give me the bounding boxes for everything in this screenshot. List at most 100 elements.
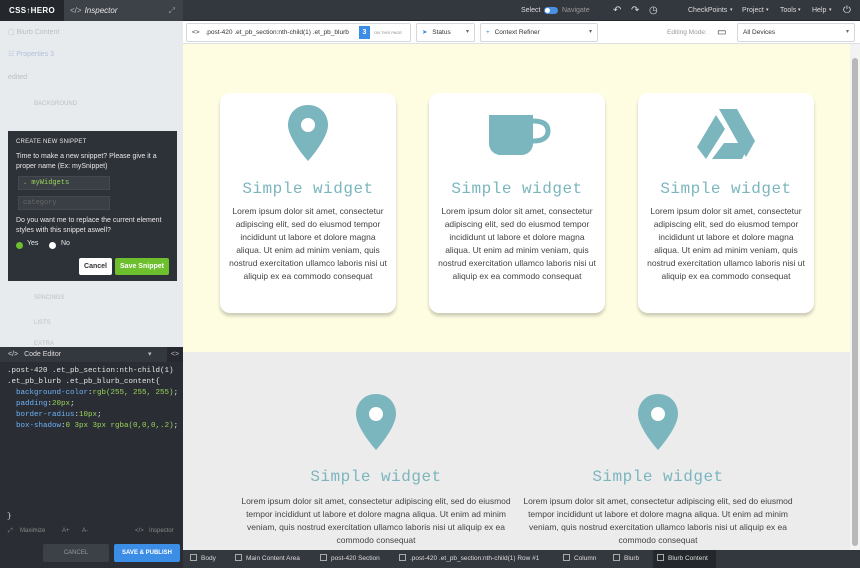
widget-text: Lorem ipsum dolor sit amet, consectetur … [438, 206, 596, 281]
font-increase-button[interactable]: A+ [62, 524, 70, 538]
menu-checkpoints[interactable]: CheckPoints [688, 0, 727, 21]
breadcrumb-item[interactable]: Blurb [613, 550, 639, 568]
replace-radio-group: Yes No [16, 240, 169, 252]
breadcrumb-label: Blurb Content [668, 555, 708, 562]
state-selector[interactable]: edited [0, 71, 183, 85]
widget-text: Lorem ipsum dolor sit amet, consectetur … [523, 496, 793, 545]
blurb-module[interactable]: Simple widget Lorem ipsum dolor sit amet… [523, 392, 793, 550]
blurb-card[interactable]: Simple widget Lorem ipsum dolor sit amet… [429, 93, 605, 313]
properties-label: Properties [16, 51, 49, 58]
chevron-down-icon: ▾ [845, 29, 849, 35]
section-spacings[interactable]: SPACINGS [0, 291, 183, 305]
blurb-card[interactable]: Simple widget Lorem ipsum dolor sit amet… [638, 93, 814, 313]
history-icon[interactable]: ◷ [649, 0, 658, 21]
breadcrumb-item-current[interactable]: Blurb Content [653, 550, 716, 568]
snippet-category-input[interactable]: category [18, 196, 110, 210]
widget-title: Simple widget [451, 180, 583, 198]
menu-tools[interactable]: Tools [780, 0, 796, 21]
section-lists[interactable]: LISTS [0, 316, 183, 330]
cancel-button[interactable]: Cancel [79, 258, 112, 275]
status-dropdown[interactable]: ➤ Status ▾ [416, 23, 475, 42]
map-pin-icon [288, 105, 328, 161]
inspector-panel: ▢ Blurb Content ☷ Properties 3 edited BA… [0, 21, 183, 347]
save-snippet-button[interactable]: Save Snippet [115, 258, 169, 275]
toggle-side-icon[interactable]: <> [167, 347, 183, 362]
tab-inspector[interactable]: </> Inspector ⤢ [64, 0, 183, 21]
power-icon[interactable]: ⏻ [843, 0, 851, 21]
element-title: ▢ Blurb Content [8, 29, 60, 36]
rule-prop: border-radius [16, 411, 75, 419]
code-rule: padding:20px; [16, 400, 75, 408]
code-text[interactable]: .post-420 .et_pb_section:nth-child(1) .et… [0, 362, 183, 432]
device-label: All Devices [743, 29, 776, 36]
maximize-icon[interactable]: ⤢ [8, 524, 13, 538]
code-editor-footer: ⤢ Maximize A+ A- </> Inspector [0, 524, 183, 538]
context-refiner-dropdown[interactable]: + Context Refiner ▾ [480, 23, 598, 42]
breadcrumb-label: .post-420 .et_pb_section:nth-child(1) Ro… [410, 555, 540, 562]
element-icon [235, 554, 242, 561]
snippet-name-input[interactable]: . myWidgets [18, 176, 110, 190]
code-icon: </> [70, 6, 82, 15]
plus-icon: + [486, 29, 490, 36]
blurb-module[interactable]: Simple widget Lorem ipsum dolor sit amet… [241, 392, 511, 550]
dialog-title: CREATE NEW SNIPPET [16, 139, 87, 145]
code-rule: border-radius:10px; [16, 411, 102, 419]
rule-value: 0 3px 3px rgba(0,0,0,.2) [65, 422, 174, 430]
select-mode-label[interactable]: Select [521, 0, 540, 21]
snippet-category-placeholder: category [23, 199, 57, 207]
navigate-mode-label[interactable]: Navigate [562, 0, 590, 21]
state-label: edited [8, 74, 28, 81]
menu-project[interactable]: Project [742, 0, 764, 21]
chevron-down-icon: ▾ [829, 7, 832, 13]
radio-yes[interactable] [16, 242, 23, 249]
breadcrumb-label: Column [574, 555, 597, 562]
radio-no-label: No [61, 240, 70, 247]
radio-no[interactable] [49, 242, 56, 249]
element-icon [190, 554, 197, 561]
breadcrumb-item[interactable]: Main Content Area [235, 550, 300, 568]
breadcrumb-item[interactable]: Body [190, 550, 216, 568]
expand-icon[interactable]: ⤢ [169, 0, 175, 21]
maximize-button[interactable]: Maximize [20, 524, 45, 538]
section-widgets-plain: Simple widget Lorem ipsum dolor sit amet… [183, 352, 850, 550]
undo-icon[interactable]: ↶ [613, 0, 621, 21]
logo: CSS↑HERO [0, 0, 64, 21]
rule-value: 20px [52, 400, 71, 408]
scrollbar-thumb[interactable] [852, 58, 858, 546]
selector-field[interactable]: <> .post-420 .et_pb_section:nth-child(1)… [186, 23, 411, 42]
element-title-label: Blurb Content [16, 29, 60, 36]
tab-properties[interactable]: ☷ Properties 3 [0, 47, 183, 63]
mode-toggle[interactable] [544, 7, 558, 14]
chevron-down-icon: ▾ [588, 29, 592, 35]
redo-icon[interactable]: ↷ [631, 0, 639, 21]
section-spacings-label: SPACINGS [34, 295, 65, 301]
css-hero-app: CSS↑HERO </> Inspector ⤢ Select Navigate … [0, 0, 860, 568]
dialog-actions: Cancel Save Snippet [79, 258, 169, 275]
menu-help[interactable]: Help [812, 0, 826, 21]
breadcrumb-label: Blurb [624, 555, 640, 562]
font-decrease-button[interactable]: A- [82, 524, 88, 538]
blurb-card[interactable]: Simple widget Lorem ipsum dolor sit amet… [220, 93, 396, 313]
save-publish-button[interactable]: SAVE & PUBLISH [114, 544, 180, 562]
cancel-edit-button[interactable]: CANCEL [43, 544, 109, 562]
section-lists-label: LISTS [34, 320, 51, 326]
page-scrollbar[interactable] [850, 44, 860, 550]
inspector-button[interactable]: Inspector [149, 524, 174, 538]
widget-text: Lorem ipsum dolor sit amet, consectetur … [229, 206, 387, 281]
status-label: Status [432, 29, 451, 36]
map-pin-icon [356, 394, 396, 450]
device-dropdown[interactable]: All Devices ▾ [737, 23, 855, 42]
rule-prop: background-color [16, 389, 89, 397]
chevron-down-icon: ▾ [730, 7, 733, 13]
section-extra[interactable]: EXTRA [0, 339, 183, 347]
map-pin-icon [638, 394, 678, 450]
breadcrumb-item[interactable]: post-420 Section [320, 550, 380, 568]
chevron-down-icon: ▾ [766, 7, 769, 13]
breadcrumb-item[interactable]: .post-420 .et_pb_section:nth-child(1) Ro… [399, 550, 539, 568]
widget-title: Simple widget [310, 468, 442, 486]
devices-icon: ▭ [717, 27, 727, 38]
section-background[interactable]: BACKGROUND [0, 97, 183, 111]
page-preview: Simple widget Lorem ipsum dolor sit amet… [183, 44, 850, 550]
breadcrumb-item[interactable]: Column [563, 550, 596, 568]
chevron-down-icon[interactable]: ▾ [148, 347, 152, 362]
